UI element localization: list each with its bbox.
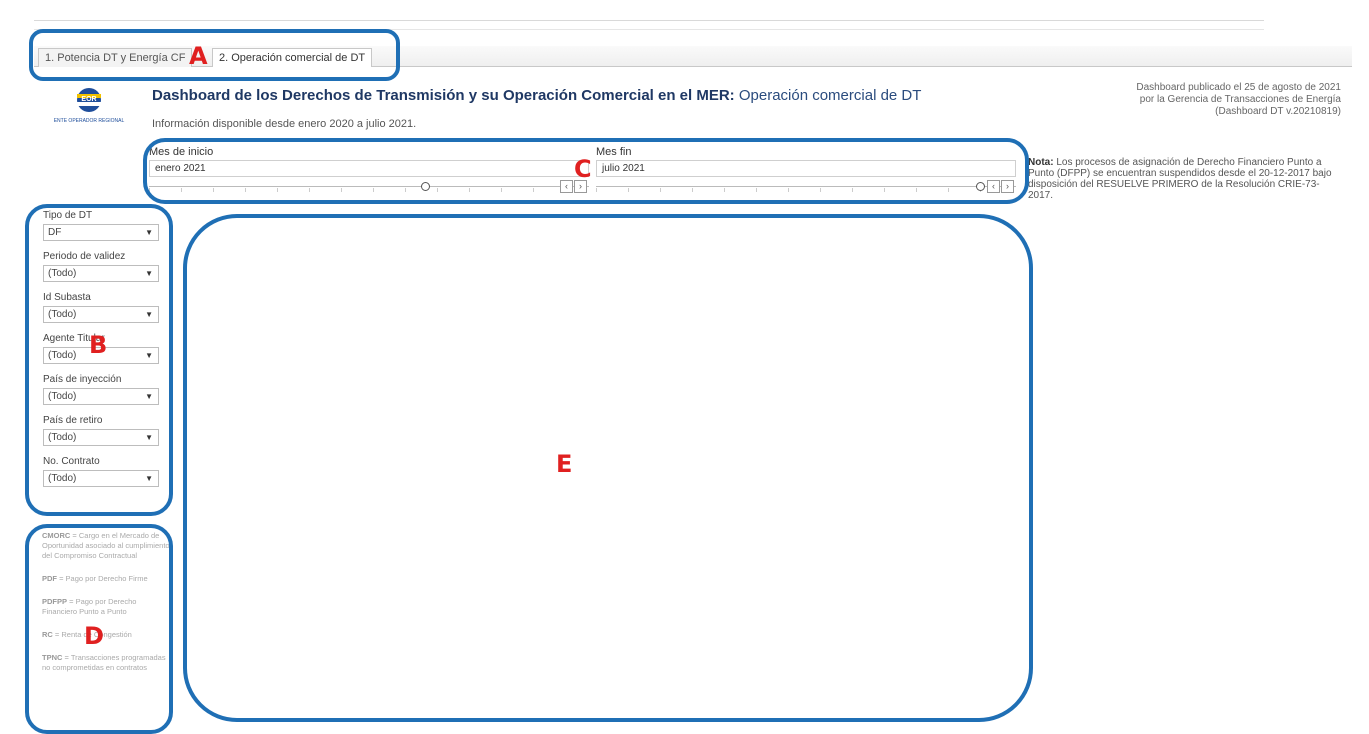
suspension-note: Nota: Los procesos de asignación de Dere… — [1028, 157, 1340, 201]
logo-text: EOR — [81, 96, 96, 103]
title-bold: Dashboard de los Derechos de Transmisión… — [152, 87, 735, 104]
note-text: Los procesos de asignación de Derecho Fi… — [1028, 157, 1332, 201]
published-line-3: (Dashboard DT v.20210819) — [1215, 106, 1341, 117]
availability-info: Información disponible desde enero 2020 … — [152, 118, 417, 130]
marker-b: B — [89, 331, 108, 359]
note-label: Nota: — [1028, 157, 1054, 168]
published-info: Dashboard publicado el 25 de agosto de 2… — [1136, 82, 1341, 118]
annotation-box-e — [183, 214, 1033, 722]
annotation-box-a — [29, 29, 400, 81]
eor-logo: EOR ENTE OPERADOR REGIONAL — [54, 88, 125, 124]
logo-caption: ENTE OPERADOR REGIONAL — [54, 118, 125, 124]
title-subtitle: Operación comercial de DT — [738, 87, 922, 104]
top-divider — [34, 20, 1264, 21]
page-title: Dashboard de los Derechos de Transmisión… — [152, 87, 921, 104]
marker-e: E — [556, 450, 573, 478]
marker-c: C — [574, 155, 592, 183]
published-line-1: Dashboard publicado el 25 de agosto de 2… — [1136, 82, 1341, 93]
marker-d: D — [84, 622, 104, 650]
marker-a: A — [189, 42, 208, 70]
annotation-box-b — [25, 204, 173, 516]
published-line-2: por la Gerencia de Transacciones de Ener… — [1139, 94, 1341, 105]
